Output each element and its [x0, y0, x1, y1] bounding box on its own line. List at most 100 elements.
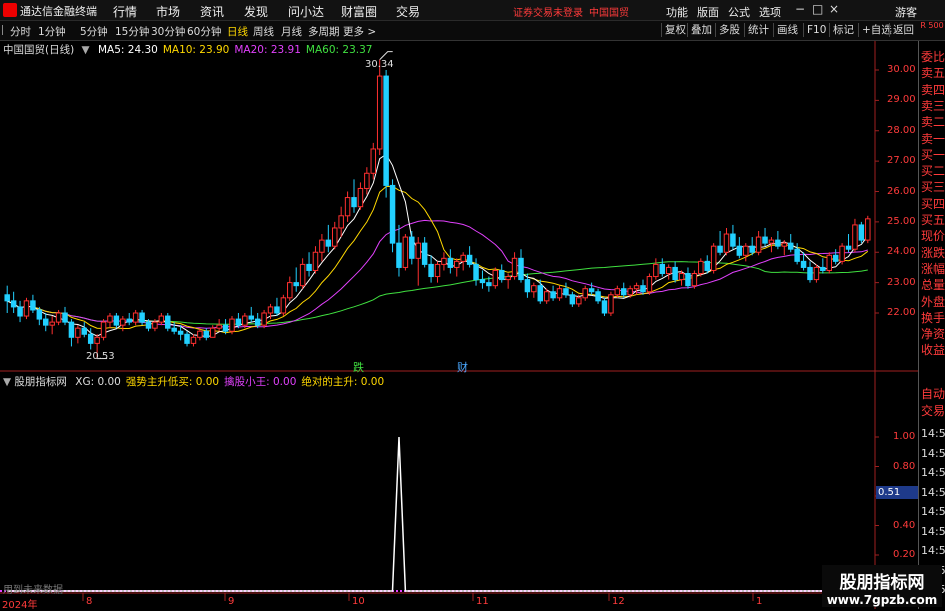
quote-label: 卖五 [921, 66, 945, 81]
date-label: 12 [612, 596, 625, 607]
indicator-settings-icon[interactable]: ▼ [3, 376, 11, 388]
trade-label[interactable]: 自动 [921, 385, 945, 402]
trade-label[interactable]: 交易 [921, 402, 945, 419]
price-tick-label: 26.00 [887, 185, 916, 197]
menu-caifuquan[interactable]: 财富圈 [341, 3, 377, 20]
period-60min[interactable]: 60分钟 [187, 24, 221, 39]
candle [184, 331, 190, 347]
candle [595, 288, 601, 304]
back-button[interactable]: 返回 [889, 23, 917, 37]
quote-label: 卖三 [921, 98, 945, 113]
quote-label: 净资 [921, 327, 945, 342]
quote-label: 换手 [921, 310, 945, 325]
candle [460, 252, 466, 271]
menu-wenxiaoda[interactable]: 问小达 [288, 3, 324, 20]
candle [17, 300, 23, 323]
candle [171, 322, 177, 335]
quote-label: 买四 [921, 196, 945, 211]
candle [75, 325, 81, 344]
candle [81, 322, 88, 338]
candle [865, 215, 871, 244]
candle [858, 221, 865, 244]
signal-cai[interactable]: 财 [457, 359, 468, 375]
statistics-button[interactable]: 统计 [744, 23, 772, 37]
multi-stock-button[interactable]: 多股 [715, 23, 743, 37]
menu-banmian[interactable]: 版面 [697, 4, 719, 20]
candle [762, 227, 768, 247]
candle [653, 258, 659, 280]
close-icon[interactable]: × [829, 2, 839, 16]
maximize-icon[interactable]: □ [812, 2, 823, 16]
period-15min[interactable]: 15分钟 [115, 24, 149, 39]
high-price-label: 30.34 [365, 59, 394, 70]
candle [749, 237, 755, 256]
candle [537, 279, 544, 304]
draw-line-button[interactable]: 画线 [773, 23, 801, 37]
menu-jiaoyi[interactable]: 交易 [396, 3, 420, 20]
quote-label: 买一 [921, 147, 945, 162]
restore-rights-button[interactable]: 复权 [661, 23, 689, 37]
price-tick-label: 24.00 [887, 246, 916, 258]
period-fenshi[interactable]: 分时 [10, 24, 31, 39]
mark-button[interactable]: 标记 [829, 23, 857, 37]
minimize-icon[interactable]: − [795, 2, 805, 16]
r-badge: R 500 [920, 21, 944, 30]
overlay-button[interactable]: 叠加 [687, 23, 715, 37]
settings-icon[interactable]: ▼ [82, 44, 90, 56]
candle [794, 243, 800, 265]
candle [832, 249, 839, 265]
kline-chart[interactable] [0, 41, 918, 609]
candle [23, 297, 30, 320]
indicator-title: 股朋指标网 [14, 376, 67, 388]
candle [415, 237, 421, 286]
chart-grid [0, 41, 918, 609]
menu-gongneng[interactable]: 功能 [666, 4, 688, 20]
quote-label: 委比 [921, 50, 945, 64]
menu-xuanxiang[interactable]: 选项 [759, 4, 781, 20]
menu-zixun[interactable]: 资讯 [200, 3, 224, 20]
ma-legend-item: MA20: 23.91 [234, 44, 301, 56]
trade-time: 14:56 [921, 524, 945, 538]
period-more[interactable]: 更多 > [343, 24, 376, 39]
guest-user[interactable]: 游客 [895, 4, 917, 20]
watermark-line1: 股朋指标网 [839, 573, 925, 593]
indicator-legend: XG: 0.00 强势主升低买: 0.00 擒股小王: 0.00 绝对的主升: 0.0… [70, 376, 384, 388]
candle [312, 246, 319, 274]
candle [807, 261, 813, 283]
candle [100, 319, 107, 341]
candle [216, 319, 222, 332]
signal-die[interactable]: 跌 [353, 359, 364, 375]
menu-shichang[interactable]: 市场 [156, 3, 180, 20]
menu-faxian[interactable]: 发现 [244, 3, 268, 20]
period-1min[interactable]: 1分钟 [38, 24, 66, 39]
candle [319, 234, 325, 262]
candle [376, 59, 383, 156]
f10-button[interactable]: F10 [803, 23, 829, 37]
candle [364, 167, 370, 195]
login-notice-link[interactable]: 证券交易未登录 [513, 4, 583, 19]
period-daily[interactable]: 日线 [227, 24, 248, 39]
candle [132, 309, 139, 326]
candle [402, 234, 409, 271]
period-5min[interactable]: 5分钟 [80, 24, 108, 39]
stock-name-link[interactable]: 中国国贸 [589, 4, 629, 19]
indicator-header: ▼ 股朋指标网 XG: 0.00 强势主升低买: 0.00 擒股小王: 0.00 绝对… [3, 374, 384, 389]
trade-time: 14:56 [921, 446, 945, 460]
candle [620, 282, 627, 298]
candle [511, 252, 518, 280]
period-monthly[interactable]: 月线 [281, 24, 302, 39]
period-weekly[interactable]: 周线 [253, 24, 274, 39]
candle [518, 249, 524, 283]
quote-label: 卖四 [921, 82, 945, 97]
toolbar-grip-icon [2, 25, 9, 35]
period-multi[interactable]: 多周期 [308, 24, 340, 39]
stock-chart-title: 中国国贸(日线) [3, 44, 75, 56]
candle [351, 179, 357, 213]
menu-hangqing[interactable]: 行情 [113, 3, 137, 20]
menu-gongshi[interactable]: 公式 [728, 4, 750, 20]
ma-legend-item: MA60: 23.37 [305, 44, 373, 56]
date-label: 11 [476, 596, 489, 607]
candle [601, 297, 608, 317]
candle [640, 279, 646, 295]
period-30min[interactable]: 30分钟 [151, 24, 185, 39]
